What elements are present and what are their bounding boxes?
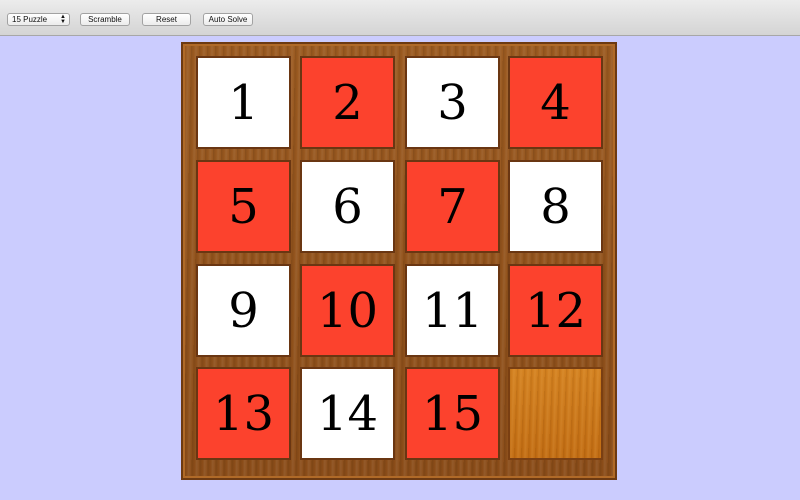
tile-12[interactable]: 12 bbox=[508, 264, 603, 357]
empty-slot bbox=[508, 367, 603, 460]
auto-solve-button[interactable]: Auto Solve bbox=[203, 13, 253, 26]
tile-5[interactable]: 5 bbox=[196, 160, 291, 253]
tile-10[interactable]: 10 bbox=[300, 264, 395, 357]
tile-9[interactable]: 9 bbox=[196, 264, 291, 357]
scramble-button[interactable]: Scramble bbox=[80, 13, 130, 26]
tile-4[interactable]: 4 bbox=[508, 56, 603, 149]
tile-14[interactable]: 14 bbox=[300, 367, 395, 460]
puzzle-type-select[interactable]: 15 Puzzle ▲ ▼ bbox=[7, 13, 70, 26]
toolbar: 15 Puzzle ▲ ▼ Scramble Reset Auto Solve bbox=[0, 0, 800, 36]
tile-3[interactable]: 3 bbox=[405, 56, 500, 149]
tile-6[interactable]: 6 bbox=[300, 160, 395, 253]
puzzle-type-value: 15 Puzzle bbox=[12, 15, 48, 24]
reset-button[interactable]: Reset bbox=[142, 13, 191, 26]
tile-7[interactable]: 7 bbox=[405, 160, 500, 253]
tile-11[interactable]: 11 bbox=[405, 264, 500, 357]
tile-13[interactable]: 13 bbox=[196, 367, 291, 460]
tile-1[interactable]: 1 bbox=[196, 56, 291, 149]
tile-8[interactable]: 8 bbox=[508, 160, 603, 253]
tile-15[interactable]: 15 bbox=[405, 367, 500, 460]
select-arrows-icon: ▲ ▼ bbox=[60, 14, 66, 25]
puzzle-board: 1 2 3 4 5 6 7 8 9 10 11 12 13 14 15 bbox=[181, 42, 617, 480]
tile-2[interactable]: 2 bbox=[300, 56, 395, 149]
